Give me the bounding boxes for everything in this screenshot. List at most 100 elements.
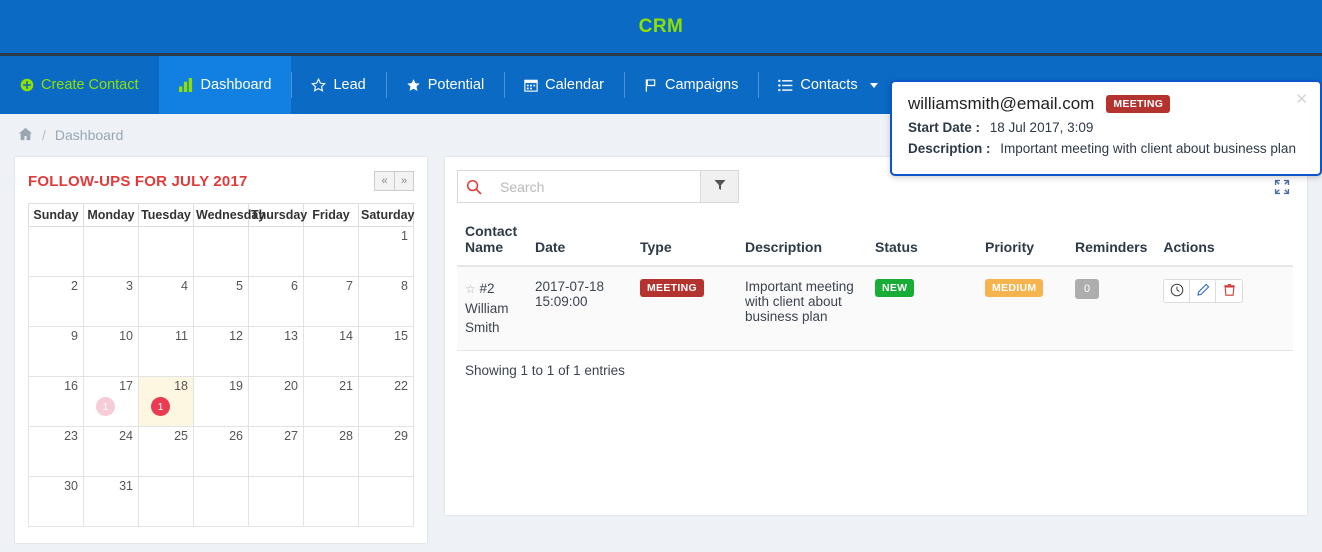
table-column-header-3[interactable]: Description	[737, 217, 867, 267]
popup-description-row: Description : Important meeting with cli…	[908, 141, 1304, 156]
filter-button[interactable]	[700, 170, 739, 203]
nav-item-potential[interactable]: Potential	[385, 56, 504, 114]
calendar-day-cell[interactable]: 9	[28, 326, 84, 377]
app-brand: CRM	[638, 15, 684, 37]
table-column-header-5[interactable]: Priority	[977, 217, 1067, 267]
calendar-weekday-1: Monday	[83, 203, 139, 227]
calendar-day-number: 11	[175, 329, 188, 343]
calendar-day-cell[interactable]: 4	[138, 276, 194, 327]
nav-label-lead: Lead	[333, 77, 366, 93]
table-column-header-2[interactable]: Type	[632, 217, 737, 267]
calendar-day-cell[interactable]: 15	[358, 326, 414, 377]
calendar-day-cell[interactable]: 18 1	[138, 376, 194, 427]
calendar-day-cell[interactable]: 21	[303, 376, 359, 427]
nav-item-contacts[interactable]: Contacts	[758, 56, 897, 114]
calendar-day-number: 5	[236, 279, 243, 293]
table-row[interactable]: ☆ #2 William Smith 2017-07-18 15:09:00 MEETI…	[457, 266, 1293, 351]
pencil-action-button[interactable]	[1190, 280, 1217, 302]
search-icon	[457, 170, 490, 203]
calendar-prev-button[interactable]: «	[374, 171, 394, 191]
calendar-weekday-4: Thursday	[248, 203, 307, 227]
calendar-day-cell[interactable]: 30	[28, 476, 84, 527]
calendar-day-number: 20	[284, 379, 298, 393]
nav-item-lead[interactable]: Lead	[291, 56, 385, 114]
calendar-day-cell[interactable]: 1	[358, 226, 414, 277]
calendar-day-cell[interactable]: 26	[193, 426, 249, 477]
nav-label-create-contact: Create Contact	[41, 77, 139, 93]
plus-circle-icon	[20, 78, 34, 92]
calendar-day-cell[interactable]: 16	[28, 376, 84, 427]
calendar-day-number: 28	[339, 429, 353, 443]
popup-type-badge: MEETING	[1106, 95, 1171, 113]
search-group	[457, 170, 739, 203]
cell-priority: MEDIUM	[977, 266, 1067, 351]
calendar-day-cell[interactable]: 2	[28, 276, 84, 327]
calendar-day-cell[interactable]: 24	[83, 426, 139, 477]
calendar-empty-cell	[248, 226, 304, 277]
calendar-day-cell[interactable]: 31	[83, 476, 139, 527]
calendar-day-number: 6	[291, 279, 298, 293]
calendar-weekday-6: Saturday	[358, 203, 415, 227]
calendar-day-cell[interactable]: 3	[83, 276, 139, 327]
table-column-header-6[interactable]: Reminders	[1067, 217, 1156, 267]
calendar-week-row: 9 10 11 12 13 14 15	[28, 326, 414, 377]
bar-chart-icon	[178, 78, 194, 92]
calendar-day-cell[interactable]: 27	[248, 426, 304, 477]
type-badge: MEETING	[640, 279, 704, 297]
calendar-day-cell[interactable]: 6	[248, 276, 304, 327]
calendar-weekday-5: Friday	[303, 203, 359, 227]
nav-item-dashboard[interactable]: Dashboard	[158, 56, 292, 114]
table-header-row: Contact Name Date Type Description Status Pri…	[457, 217, 1293, 267]
contact-name[interactable]: William Smith	[465, 301, 509, 336]
calendar-day-cell[interactable]: 19	[193, 376, 249, 427]
event-detail-popup: ✕ williamsmith@email.com MEETING Start D…	[890, 80, 1322, 176]
calendar-day-number: 12	[229, 329, 243, 343]
pencil-icon	[1196, 283, 1210, 300]
calendar-event-badge[interactable]: 1	[96, 397, 115, 416]
calendar-day-cell[interactable]: 14	[303, 326, 359, 377]
calendar-day-cell[interactable]: 5	[193, 276, 249, 327]
nav-label-campaigns: Campaigns	[665, 77, 739, 93]
calendar-day-cell[interactable]: 25	[138, 426, 194, 477]
calendar-day-number: 29	[394, 429, 408, 443]
calendar-next-button[interactable]: »	[394, 171, 414, 191]
calendar-nav: « »	[374, 171, 414, 191]
reminders-count-button[interactable]: 0	[1075, 279, 1100, 299]
breadcrumb-current: Dashboard	[54, 127, 124, 143]
status-badge: NEW	[875, 279, 915, 297]
close-icon[interactable]: ✕	[1295, 90, 1308, 108]
calendar-empty-cell	[193, 226, 249, 277]
calendar-day-cell[interactable]: 10	[83, 326, 139, 377]
nav-item-calendar[interactable]: Calendar	[504, 56, 624, 114]
search-input[interactable]	[490, 170, 700, 203]
calendar-day-cell[interactable]: 20	[248, 376, 304, 427]
nav-item-create-contact[interactable]: Create Contact	[0, 56, 159, 114]
table-footer-info: Showing 1 to 1 of 1 entries	[465, 362, 625, 378]
calendar-day-cell[interactable]: 29	[358, 426, 414, 477]
calendar-day-number: 3	[126, 279, 133, 293]
calendar-weekday-3: Wednesday	[193, 203, 265, 227]
calendar-day-cell[interactable]: 7	[303, 276, 359, 327]
calendar-day-cell[interactable]: 22	[358, 376, 414, 427]
table-column-header-0[interactable]: Contact Name	[457, 217, 527, 267]
table-column-header-1[interactable]: Date	[527, 217, 632, 267]
calendar-day-cell[interactable]: 11	[138, 326, 194, 377]
calendar-day-number: 18	[174, 379, 188, 393]
star-outline-icon[interactable]: ☆	[465, 282, 476, 296]
table-column-header-7[interactable]: Actions	[1155, 217, 1293, 267]
expand-icon[interactable]	[1271, 176, 1293, 198]
calendar-day-cell[interactable]: 23	[28, 426, 84, 477]
clock-action-button[interactable]	[1164, 280, 1191, 302]
calendar-day-cell[interactable]: 12	[193, 326, 249, 377]
calendar-week-row: 2 3 4 5 6 7 8	[28, 276, 414, 327]
nav-item-campaigns[interactable]: Campaigns	[624, 56, 758, 114]
calendar-day-cell[interactable]: 17 1	[83, 376, 139, 427]
home-icon[interactable]	[18, 127, 33, 144]
table-column-header-4[interactable]: Status	[867, 217, 977, 267]
followups-table: Contact Name Date Type Description Status Pri…	[457, 217, 1293, 351]
trash-action-button[interactable]	[1216, 280, 1243, 302]
calendar-day-cell[interactable]: 13	[248, 326, 304, 377]
calendar-day-cell[interactable]: 8	[358, 276, 414, 327]
calendar-event-badge[interactable]: 1	[151, 397, 170, 416]
calendar-day-cell[interactable]: 28	[303, 426, 359, 477]
